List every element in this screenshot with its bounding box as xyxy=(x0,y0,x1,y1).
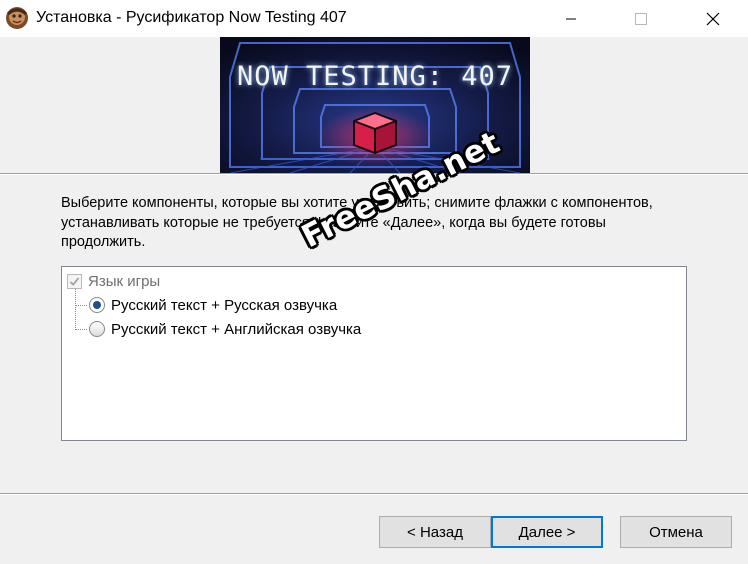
next-button[interactable]: Далее > xyxy=(491,516,603,548)
back-button[interactable]: < Назад xyxy=(379,516,491,548)
group-checkbox[interactable] xyxy=(67,273,82,289)
tree-line xyxy=(75,305,87,306)
tree-line xyxy=(75,329,87,330)
group-label: Язык игры xyxy=(88,272,161,290)
header-divider xyxy=(0,173,748,175)
components-tree[interactable]: Язык игры Русский текст + Русская озвучк… xyxy=(61,266,687,441)
footer-divider xyxy=(0,493,748,495)
maximize-button[interactable] xyxy=(618,0,664,37)
tree-line xyxy=(75,289,76,330)
title-bar: Установка - Русификатор Now Testing 407 xyxy=(0,0,748,37)
radio-unselected[interactable] xyxy=(89,321,105,337)
wizard-header: NOW TESTING: 407 xyxy=(0,37,748,173)
minimize-button[interactable] xyxy=(548,0,594,37)
installer-icon xyxy=(6,7,28,29)
banner-title: NOW TESTING: 407 xyxy=(236,61,514,92)
minimize-icon xyxy=(566,18,576,19)
checkmark-icon xyxy=(69,276,80,286)
option-russian-voice[interactable]: Русский текст + Русская озвучка xyxy=(89,294,337,316)
tree-item-game-language[interactable]: Язык игры xyxy=(67,270,160,292)
option-english-voice[interactable]: Русский текст + Английская озвучка xyxy=(89,318,361,340)
red-cube xyxy=(353,111,397,155)
maximize-icon xyxy=(635,12,647,25)
option-label: Русский текст + Английская озвучка xyxy=(111,320,362,338)
close-icon xyxy=(706,12,720,25)
cancel-button[interactable]: Отмена xyxy=(620,516,732,548)
window-title: Установка - Русификатор Now Testing 407 xyxy=(36,9,347,26)
radio-selected[interactable] xyxy=(89,297,105,313)
option-label: Русский текст + Русская озвучка xyxy=(111,296,338,314)
close-button[interactable] xyxy=(690,0,736,37)
